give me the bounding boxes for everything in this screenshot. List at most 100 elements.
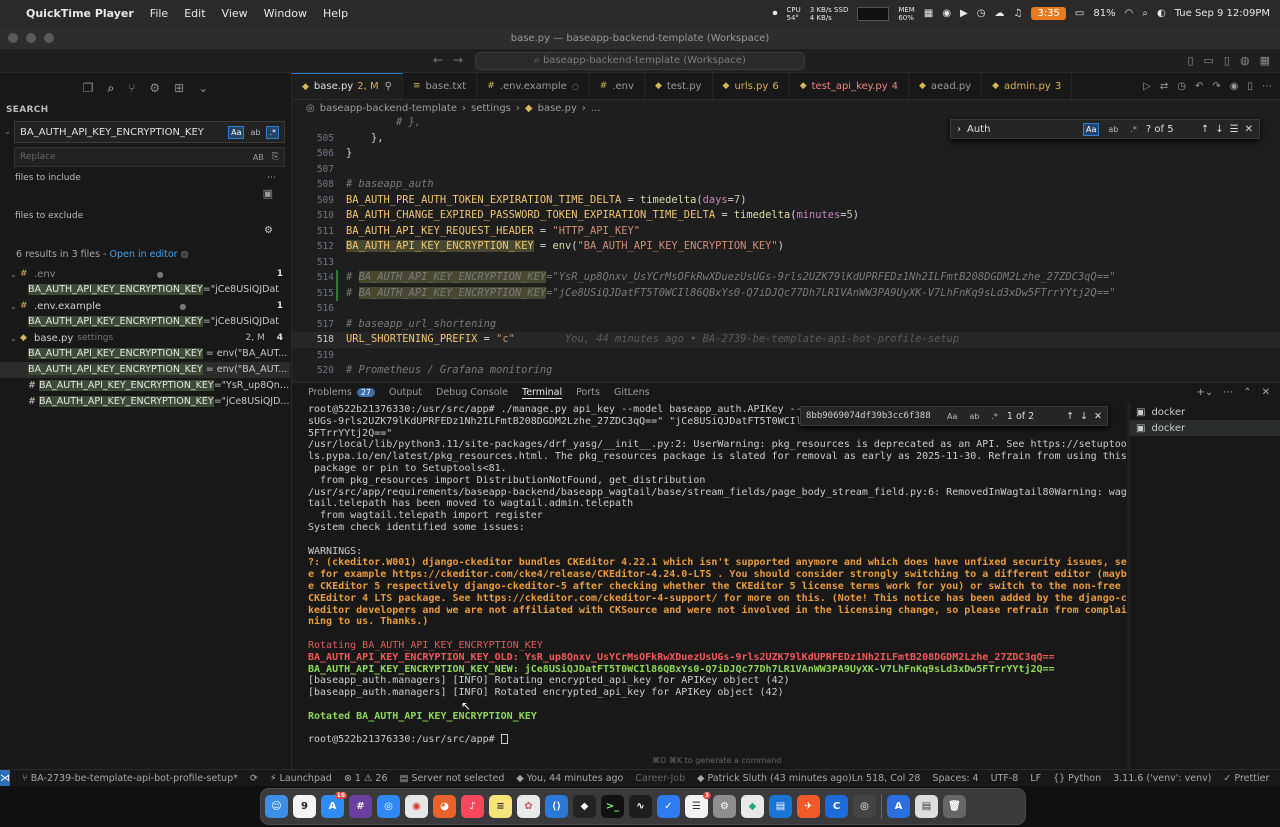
terminal-item[interactable]: ▣ docker [1130,404,1280,420]
match-word-toggle[interactable]: ab [247,126,263,139]
ssd-stat[interactable]: 3 KB/s SSD 4 KB/s [810,6,849,22]
terminal-previous-match-icon[interactable]: ↑ [1066,411,1074,422]
clock-icon[interactable]: ◷ [977,8,986,19]
maps-icon[interactable]: ◆ [741,795,764,818]
encoding[interactable]: UTF-8 [991,773,1019,784]
code-line[interactable]: 509 BA_AUTH_PRE_AUTH_TOKEN_EXPIRATION_TIM… [292,193,1280,209]
tab-test-api-key-py[interactable]: ◆ test_api_key.py 4 [790,73,909,99]
breadcrumb-file[interactable]: base.py [538,103,577,114]
cloud-icon[interactable]: ☁ [994,8,1004,19]
timeline-icon[interactable]: ◷ [1177,81,1186,92]
menu-app-name[interactable]: QuickTime Player [26,7,134,20]
launchpad-status[interactable]: ⚡ Launchpad [270,773,332,784]
result-file-row[interactable]: ⌄ # .env ● 1 [0,266,291,282]
things-icon[interactable]: ✓ [657,795,680,818]
menu-view[interactable]: View [222,7,248,20]
tab-aead-py[interactable]: ◆ aead.py [909,73,983,99]
cpu-graph[interactable] [857,6,890,21]
server-status[interactable]: ▤ Server not selected [400,773,505,784]
files-include-input[interactable]: ▣ [15,187,273,201]
terminal-match-case-toggle[interactable]: Aa [944,410,960,423]
sync-icon[interactable]: ⟳ [250,773,258,784]
activity-monitor-icon[interactable]: ∿ [629,795,652,818]
search-view-icon[interactable]: ⌕ [107,81,114,101]
app-c-icon[interactable]: C [825,795,848,818]
tab-urls-py[interactable]: ◆ urls.py 6 [713,73,790,99]
command-center-search[interactable]: ⌕ baseapp-backend-template (Workspace) [475,52,805,70]
find-match-word-toggle[interactable]: ab [1105,123,1121,136]
next-change-icon[interactable]: ↷ [1212,81,1220,92]
end-of-line[interactable]: LF [1030,773,1041,784]
blame-status[interactable]: ◆ You, 44 minutes ago [516,773,623,784]
terminal-item[interactable]: ▣ docker [1130,420,1280,436]
tab-env-example[interactable]: # .env.example ○ [477,73,590,99]
terminal-find-input[interactable]: 8bb9069074df39b3cc6f388 [806,411,938,421]
find-in-selection-icon[interactable]: ☰ [1230,124,1239,135]
python-interpreter[interactable]: 3.11.6 ('venv': venv) [1113,773,1211,784]
toggle-sidebar-icon[interactable]: ▯ [1187,54,1193,67]
use-exclude-settings-icon[interactable]: ⚙ [264,225,273,236]
cursor-position[interactable]: Ln 518, Col 28 [852,773,921,784]
more-options-icon[interactable]: ⋯ [267,173,276,183]
notes-icon[interactable]: ≡ [489,795,512,818]
battery-icon[interactable]: ▭ [1075,8,1084,19]
terminal-regex-toggle[interactable]: .* [988,410,1001,423]
pin-icon[interactable]: ⚲ [385,81,392,92]
back-arrow-icon[interactable]: ← [433,53,443,67]
menu-extra-icon[interactable]: ◉ [942,8,951,19]
terminal-next-match-icon[interactable]: ↓ [1080,411,1088,422]
run-icon[interactable]: ▷ [1143,81,1151,92]
more-actions-icon[interactable]: ⋯ [1262,81,1272,92]
indentation[interactable]: Spaces: 4 [932,773,978,784]
menu-help[interactable]: Help [323,7,348,20]
match-case-toggle[interactable]: Aa [228,125,245,139]
debug-icon[interactable]: ⚙ [149,81,160,101]
documents-icon[interactable]: ▤ [915,795,938,818]
code-line[interactable]: 513 [292,255,1280,271]
branch-status[interactable]: ⑂ BA-2739-be-template-api-bot-profile-se… [22,773,238,784]
tab-admin-py[interactable]: ◆ admin.py 3 [982,73,1073,99]
quicktime-icon[interactable]: ◎ [853,795,876,818]
tab-ports[interactable]: Ports [576,387,600,398]
result-file-row[interactable]: ⌄ # .env.example ● 1 [0,298,291,314]
find-input[interactable]: Auth [967,124,1077,135]
explorer-icon[interactable]: ❐ [83,81,94,101]
regex-toggle[interactable]: .* [266,125,279,139]
result-match-row[interactable]: # BA_AUTH_API_KEY_ENCRYPTION_KEY="jCe8US… [0,394,290,410]
new-terminal-icon[interactable]: +⌄ [1196,387,1213,398]
replace-all-icon[interactable]: ⎘ [272,152,279,162]
prettier-status[interactable]: ✓ Prettier [1223,773,1269,784]
breadcrumb-symbol[interactable]: ... [591,103,601,114]
code-line[interactable]: 514 # BA_AUTH_API_KEY_ENCRYPTION_KEY="YsR… [292,270,1280,286]
code-editor[interactable]: # }, 505 }, 506} 507 508 # baseapp_auth 509 BA_… [292,117,1280,380]
result-match-row[interactable]: BA_AUTH_API_KEY_ENCRYPTION_KEY = env("BA… [0,362,290,378]
maximize-panel-icon[interactable]: ⌃ [1243,387,1251,398]
terminal-close-find-icon[interactable]: ✕ [1094,411,1102,422]
breadcrumb-root[interactable]: baseapp-backend-template [320,103,457,114]
preserve-case-toggle[interactable]: AB [253,153,264,162]
cursor-app-icon[interactable]: ◆ [573,795,596,818]
control-center-icon[interactable]: ◐ [1157,8,1166,19]
breadcrumb-folder[interactable]: settings [471,103,511,114]
code-line[interactable]: 507 [292,162,1280,178]
finder-icon[interactable]: ☺ [265,795,288,818]
files-exclude-input[interactable]: ⚙ [15,225,273,239]
split-editor-icon[interactable]: ▯ [1247,81,1253,92]
menu-edit[interactable]: Edit [184,7,205,20]
vscode-icon[interactable]: ⟨⟩ [545,795,568,818]
docker-icon[interactable]: ▤ [769,795,792,818]
result-match-row[interactable]: BA_AUTH_API_KEY_ENCRYPTION_KEY="jCe8USiQ… [0,282,290,298]
code-line[interactable]: 512 BA_AUTH_API_KEY_ENCRYPTION_KEY = env(… [292,239,1280,255]
code-line[interactable]: 508 # baseapp_auth [292,177,1280,193]
datetime[interactable]: Tue Sep 9 12:09PM [1175,8,1270,19]
code-line[interactable]: 520 # Prometheus / Grafana monitoring [292,363,1280,379]
tab-debug-console[interactable]: Debug Console [436,387,508,398]
panel-more-icon[interactable]: ⋯ [1223,387,1233,398]
more-views-chevron-icon[interactable]: ⌄ [198,81,208,101]
headphones-icon[interactable]: ♫ [1013,8,1022,19]
toggle-replace-chevron-icon[interactable]: › [957,124,961,135]
grid-icon[interactable]: ▦ [924,8,933,19]
trash-icon[interactable]: 🗑 [943,795,966,818]
result-match-row[interactable]: BA_AUTH_API_KEY_ENCRYPTION_KEY = env("BA… [0,346,290,362]
code-line[interactable]: 518 URL_SHORTENING_PREFIX = "c" You, 44 m… [292,332,1280,348]
